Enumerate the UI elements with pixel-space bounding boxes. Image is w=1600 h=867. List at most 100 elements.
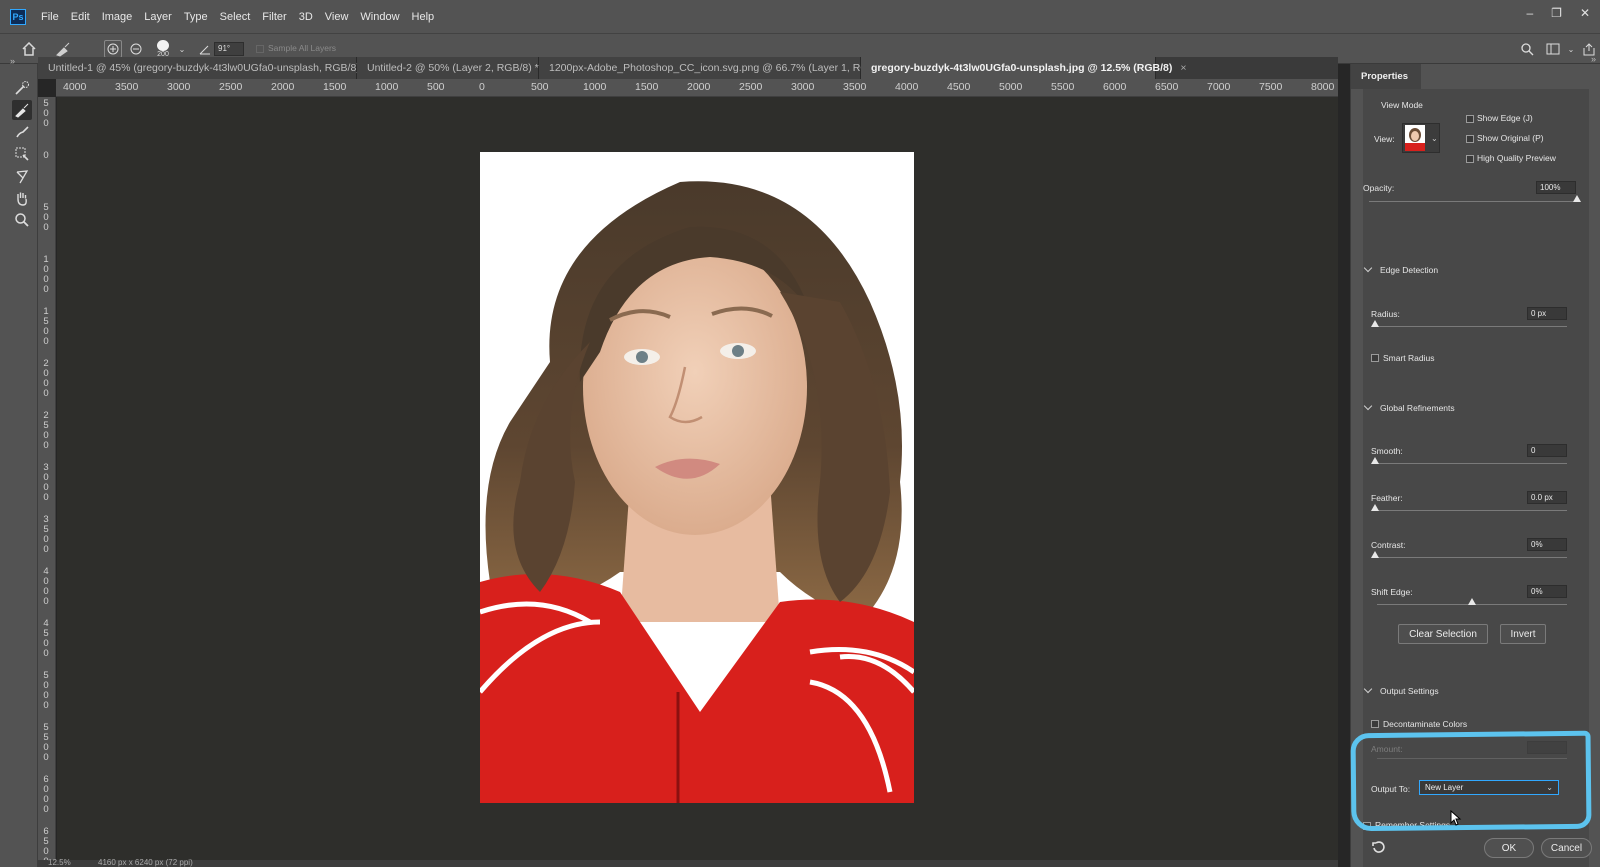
smooth-slider-track[interactable]	[1373, 463, 1567, 464]
contrast-field[interactable]: 0%	[1527, 538, 1567, 551]
brush-tip-icon	[157, 40, 169, 51]
ruler-label: 1500	[43, 306, 49, 347]
ruler-label: 500	[43, 202, 49, 233]
radius-slider-thumb[interactable]	[1371, 320, 1379, 327]
ruler-label: 0	[479, 81, 485, 93]
ruler-label: 2500	[739, 81, 763, 93]
object-selection-tool-icon[interactable]	[12, 144, 32, 164]
minimize-icon[interactable]: –	[1526, 6, 1533, 20]
ruler-label: 4000	[895, 81, 919, 93]
brush-tool-icon[interactable]	[12, 122, 32, 142]
refine-edge-brush-tool-icon[interactable]	[12, 100, 32, 120]
tab-untitled-1[interactable]: Untitled-1 @ 45% (gregory-buzdyk-4t3lw0U…	[38, 57, 381, 79]
close-tab-icon[interactable]: ×	[1180, 62, 1186, 74]
menu-3d[interactable]: 3D	[293, 11, 319, 23]
ruler-label: 6000	[43, 774, 49, 815]
opacity-slider-track[interactable]	[1369, 201, 1579, 202]
expand-toolbox-icon[interactable]: »	[10, 56, 15, 66]
output-settings-heading[interactable]: Output Settings	[1363, 684, 1439, 696]
chevron-down-icon	[1363, 263, 1373, 273]
contrast-slider-thumb[interactable]	[1371, 551, 1379, 558]
sample-all-layers-checkbox[interactable]	[256, 45, 264, 53]
shift-edge-slider-thumb[interactable]	[1468, 598, 1476, 605]
invert-button[interactable]: Invert	[1500, 624, 1546, 644]
add-to-selection-icon[interactable]	[104, 40, 122, 58]
show-edge-checkbox[interactable]	[1466, 115, 1474, 123]
close-icon[interactable]: ✕	[1580, 6, 1590, 20]
shift-edge-field[interactable]: 0%	[1527, 585, 1567, 598]
home-icon[interactable]	[20, 40, 38, 58]
menu-edit[interactable]: Edit	[65, 11, 96, 23]
menu-image[interactable]: Image	[96, 11, 139, 23]
subtract-from-selection-icon[interactable]	[127, 40, 145, 58]
tab-photoshop-icon[interactable]: 1200px-Adobe_Photoshop_CC_icon.svg.png @…	[539, 57, 902, 79]
contrast-slider-track[interactable]	[1373, 557, 1567, 558]
feather-slider-track[interactable]	[1373, 510, 1567, 511]
menu-filter[interactable]: Filter	[256, 11, 292, 23]
edge-detection-title: Edge Detection	[1380, 265, 1439, 275]
menu-type[interactable]: Type	[178, 11, 214, 23]
restore-icon[interactable]: ❐	[1551, 6, 1562, 20]
menu-file[interactable]: File	[35, 11, 65, 23]
chevron-down-icon[interactable]: ⌄	[173, 40, 191, 58]
menu-help[interactable]: Help	[406, 11, 441, 23]
ruler-label: 3000	[791, 81, 815, 93]
zoom-tool-icon[interactable]	[12, 210, 32, 230]
decontaminate-colors-checkbox[interactable]	[1371, 720, 1379, 728]
feather-slider-thumb[interactable]	[1371, 504, 1379, 511]
smart-radius-checkbox[interactable]	[1371, 354, 1379, 362]
menu-window[interactable]: Window	[354, 11, 405, 23]
radius-label: Radius:	[1371, 309, 1400, 319]
show-original-checkbox[interactable]	[1466, 135, 1474, 143]
tab-gregory-buzdyk[interactable]: gregory-buzdyk-4t3lw0UGfa0-unsplash.jpg …	[861, 57, 1187, 79]
menu-select[interactable]: Select	[214, 11, 257, 23]
hand-tool-icon[interactable]	[12, 188, 32, 208]
high-quality-preview-checkbox[interactable]	[1466, 155, 1474, 163]
brush-size-picker[interactable]: 200	[154, 40, 172, 58]
search-icon[interactable]	[1518, 40, 1536, 58]
collapse-panel-icon[interactable]: »	[1591, 54, 1596, 64]
view-mode-picker[interactable]: ⌄	[1402, 123, 1440, 153]
smooth-slider-thumb[interactable]	[1371, 457, 1379, 464]
feather-field[interactable]: 0.0 px	[1527, 491, 1567, 504]
menu-layer[interactable]: Layer	[138, 11, 178, 23]
portrait-photo[interactable]	[480, 152, 914, 803]
opacity-field[interactable]: 100%	[1536, 181, 1576, 194]
cancel-button[interactable]: Cancel	[1541, 838, 1592, 858]
radius-slider-track[interactable]	[1373, 326, 1567, 327]
sample-all-layers-label: Sample All Layers	[268, 43, 337, 53]
angle-field[interactable]: 91°	[214, 42, 244, 56]
menu-view[interactable]: View	[319, 11, 355, 23]
properties-tab[interactable]: Properties	[1351, 64, 1421, 89]
tab-untitled-2[interactable]: Untitled-2 @ 50% (Layer 2, RGB/8) *×	[357, 57, 553, 79]
lasso-tool-icon[interactable]	[12, 166, 32, 186]
photoshop-logo: Ps	[10, 8, 26, 25]
opacity-slider-thumb[interactable]	[1573, 195, 1581, 202]
zoom-level[interactable]: 12.5%	[48, 858, 71, 867]
reset-icon[interactable]	[1371, 840, 1387, 854]
amount-field	[1527, 741, 1567, 754]
clear-selection-button[interactable]: Clear Selection	[1398, 624, 1488, 644]
ok-button[interactable]: OK	[1484, 838, 1534, 858]
smooth-label: Smooth:	[1371, 446, 1403, 456]
quick-selection-tool-icon[interactable]	[12, 78, 32, 98]
ruler-label: 5000	[999, 81, 1023, 93]
output-settings-title: Output Settings	[1380, 686, 1439, 696]
mouse-cursor-icon	[1450, 809, 1462, 829]
angle-icon	[196, 40, 214, 58]
ruler-label: 1000	[375, 81, 399, 93]
opacity-label: Opacity:	[1363, 183, 1395, 193]
global-refinements-heading[interactable]: Global Refinements	[1363, 401, 1455, 413]
ruler-label: 4000	[63, 81, 87, 93]
edge-detection-heading[interactable]: Edge Detection	[1363, 263, 1439, 275]
smooth-field[interactable]: 0	[1527, 444, 1567, 457]
workspace-icon[interactable]	[1544, 40, 1562, 58]
chevron-down-icon: ⌄	[1546, 783, 1553, 792]
remember-settings-checkbox[interactable]	[1363, 822, 1371, 830]
output-to-dropdown[interactable]: New Layer ⌄	[1419, 780, 1559, 795]
chevron-down-icon[interactable]: ⌄	[1562, 40, 1580, 58]
ruler-label: 3500	[43, 514, 49, 555]
refine-brush-icon[interactable]	[54, 40, 72, 58]
radius-field[interactable]: 0 px	[1527, 307, 1567, 320]
menu-items: File Edit Image Layer Type Select Filter…	[35, 11, 440, 23]
